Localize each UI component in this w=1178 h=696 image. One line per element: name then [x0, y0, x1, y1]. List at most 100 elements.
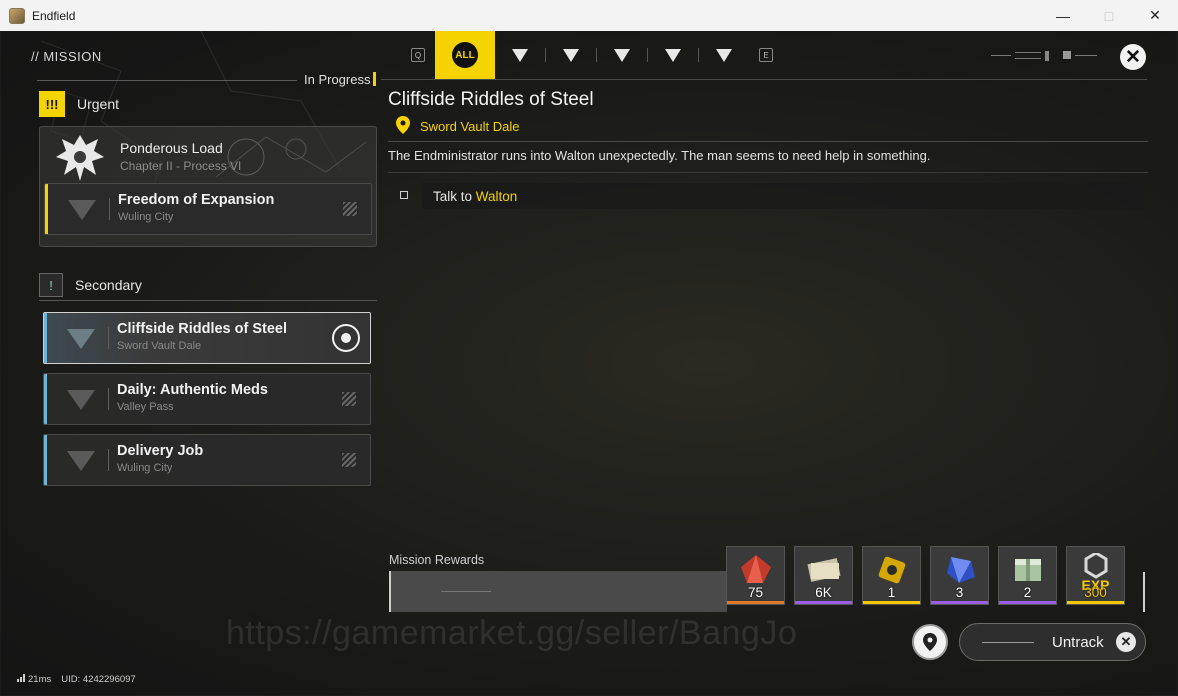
navigate-pin-button[interactable]	[912, 624, 948, 660]
card-divider	[109, 198, 110, 220]
location-pin-icon	[396, 116, 410, 134]
mission-detail-title: Cliffside Riddles of Steel	[388, 89, 594, 110]
objective-text: Talk to Walton	[433, 189, 517, 204]
chapter-crest-icon	[56, 135, 104, 181]
reward-count: 1	[887, 585, 896, 600]
quest-accent-bar	[44, 313, 47, 363]
game-viewport: // MISSION In Progress Q ALL E ✕ !!! Urg…	[1, 31, 1177, 695]
objective-prefix: Talk to	[433, 189, 476, 204]
reward-item[interactable]: 3	[930, 546, 989, 605]
urgent-chapter-group[interactable]: Ponderous Load Chapter II - Process VI F…	[39, 126, 377, 247]
signal-icon	[17, 674, 25, 682]
quest-type-icon-box	[55, 192, 109, 228]
quest-location: Valley Pass	[117, 401, 174, 413]
tab-main-missions[interactable]	[495, 31, 545, 79]
quest-card-daily-authentic-meds[interactable]: Daily: Authentic Meds Valley Pass	[43, 373, 371, 425]
mission-location[interactable]: Sword Vault Dale	[420, 119, 519, 134]
rarity-bar	[999, 601, 1056, 604]
gold-component-icon	[878, 556, 906, 584]
daily-mission-icon	[665, 48, 681, 62]
key-hint-e: E	[759, 48, 773, 62]
quest-card-cliffside-riddles[interactable]: Cliffside Riddles of Steel Sword Vault D…	[43, 312, 371, 364]
close-menu-button[interactable]: ✕	[1120, 44, 1146, 70]
quest-title: Daily: Authentic Meds	[117, 382, 268, 398]
quest-title: Delivery Job	[117, 443, 204, 459]
quest-accent-bar	[44, 374, 47, 424]
untrack-label: Untrack	[1052, 634, 1104, 651]
ping-value: 21ms	[28, 674, 52, 685]
quest-stripes-icon	[342, 392, 356, 406]
secondary-badge-icon: !	[39, 273, 63, 297]
tab-daily-missions[interactable]	[648, 31, 698, 79]
uid-label: UID: 4242296097	[61, 674, 136, 685]
detail-divider	[388, 172, 1148, 173]
card-divider	[108, 388, 109, 410]
quest-type-icon-box	[54, 443, 108, 479]
reward-item[interactable]: 1	[862, 546, 921, 605]
misc-mission-icon	[716, 48, 732, 62]
reward-count: 2	[1023, 585, 1032, 600]
objective-row: Talk to Walton	[422, 183, 1144, 209]
mission-rewards-label: Mission Rewards	[389, 553, 485, 567]
status-bar: 21ms UID: 4242296097	[17, 674, 136, 685]
reward-item[interactable]: 2	[998, 546, 1057, 605]
reward-item[interactable]: EXP 300	[1066, 546, 1125, 605]
rarity-bar	[863, 601, 920, 604]
reward-item[interactable]: 75	[726, 546, 785, 605]
quest-accent-bar	[45, 184, 48, 234]
untrack-decor-line	[982, 642, 1034, 643]
objective-checkbox	[400, 191, 408, 199]
in-progress-label: In Progress	[304, 72, 371, 87]
rewards-bar-end	[1143, 572, 1145, 612]
tab-all[interactable]: ALL	[435, 31, 495, 79]
tab-misc-missions[interactable]	[699, 31, 749, 79]
urgent-section-header: !!! Urgent	[39, 91, 119, 117]
chapter-artwork	[215, 136, 367, 178]
quest-location: Wuling City	[118, 211, 174, 223]
untrack-button[interactable]: Untrack ✕	[959, 623, 1146, 661]
minimize-button[interactable]: —	[1040, 0, 1086, 31]
quest-stripes-icon	[342, 453, 356, 467]
quest-card-delivery-job[interactable]: Delivery Job Wuling City	[43, 434, 371, 486]
card-divider	[108, 327, 109, 349]
rarity-bar	[795, 601, 852, 604]
blue-crystal-icon	[947, 557, 975, 583]
rewards-list: 75 6K 1 3 2 EXP 300	[726, 546, 1125, 605]
rarity-bar	[931, 601, 988, 604]
objective-target: Walton	[475, 189, 518, 204]
quest-title: Cliffside Riddles of Steel	[117, 321, 287, 337]
rarity-bar	[1067, 601, 1124, 604]
secondary-divider	[39, 300, 377, 301]
quest-type-icon-box	[54, 382, 108, 418]
main-mission-icon	[512, 48, 528, 62]
quest-location: Sword Vault Dale	[117, 340, 202, 352]
window-controls: — □ ✕	[1040, 0, 1178, 31]
mission-header: // MISSION	[31, 49, 102, 64]
main-quest-icon	[68, 200, 96, 220]
tab-event-missions[interactable]	[597, 31, 647, 79]
untrack-close-icon: ✕	[1116, 632, 1136, 652]
reward-count: 6K	[815, 585, 832, 600]
rarity-bar	[727, 601, 784, 604]
quest-location: Wuling City	[117, 462, 173, 474]
maximize-button[interactable]: □	[1086, 0, 1132, 31]
urgent-badge-icon: !!!	[39, 91, 65, 117]
window-titlebar: Endfield — □ ✕	[0, 0, 1178, 31]
mission-description: The Endministrator runs into Walton unex…	[388, 148, 931, 163]
reward-item[interactable]: 6K	[794, 546, 853, 605]
card-divider	[108, 449, 109, 471]
red-crystal-icon	[741, 555, 771, 583]
rewards-bar	[389, 571, 727, 612]
header-divider	[37, 80, 297, 81]
tracking-dot	[341, 333, 351, 343]
key-hint-q: Q	[411, 48, 425, 62]
tab-side-missions[interactable]	[546, 31, 596, 79]
side-quest-icon	[67, 451, 95, 471]
window-close-button[interactable]: ✕	[1132, 0, 1178, 31]
urgent-label: Urgent	[77, 96, 120, 112]
in-progress-marker	[373, 72, 376, 86]
reward-count: 75	[747, 585, 764, 600]
quest-stripes-icon	[343, 202, 357, 216]
quest-card-freedom-of-expansion[interactable]: Freedom of Expansion Wuling City	[44, 183, 372, 235]
quest-type-icon-box	[54, 321, 108, 357]
